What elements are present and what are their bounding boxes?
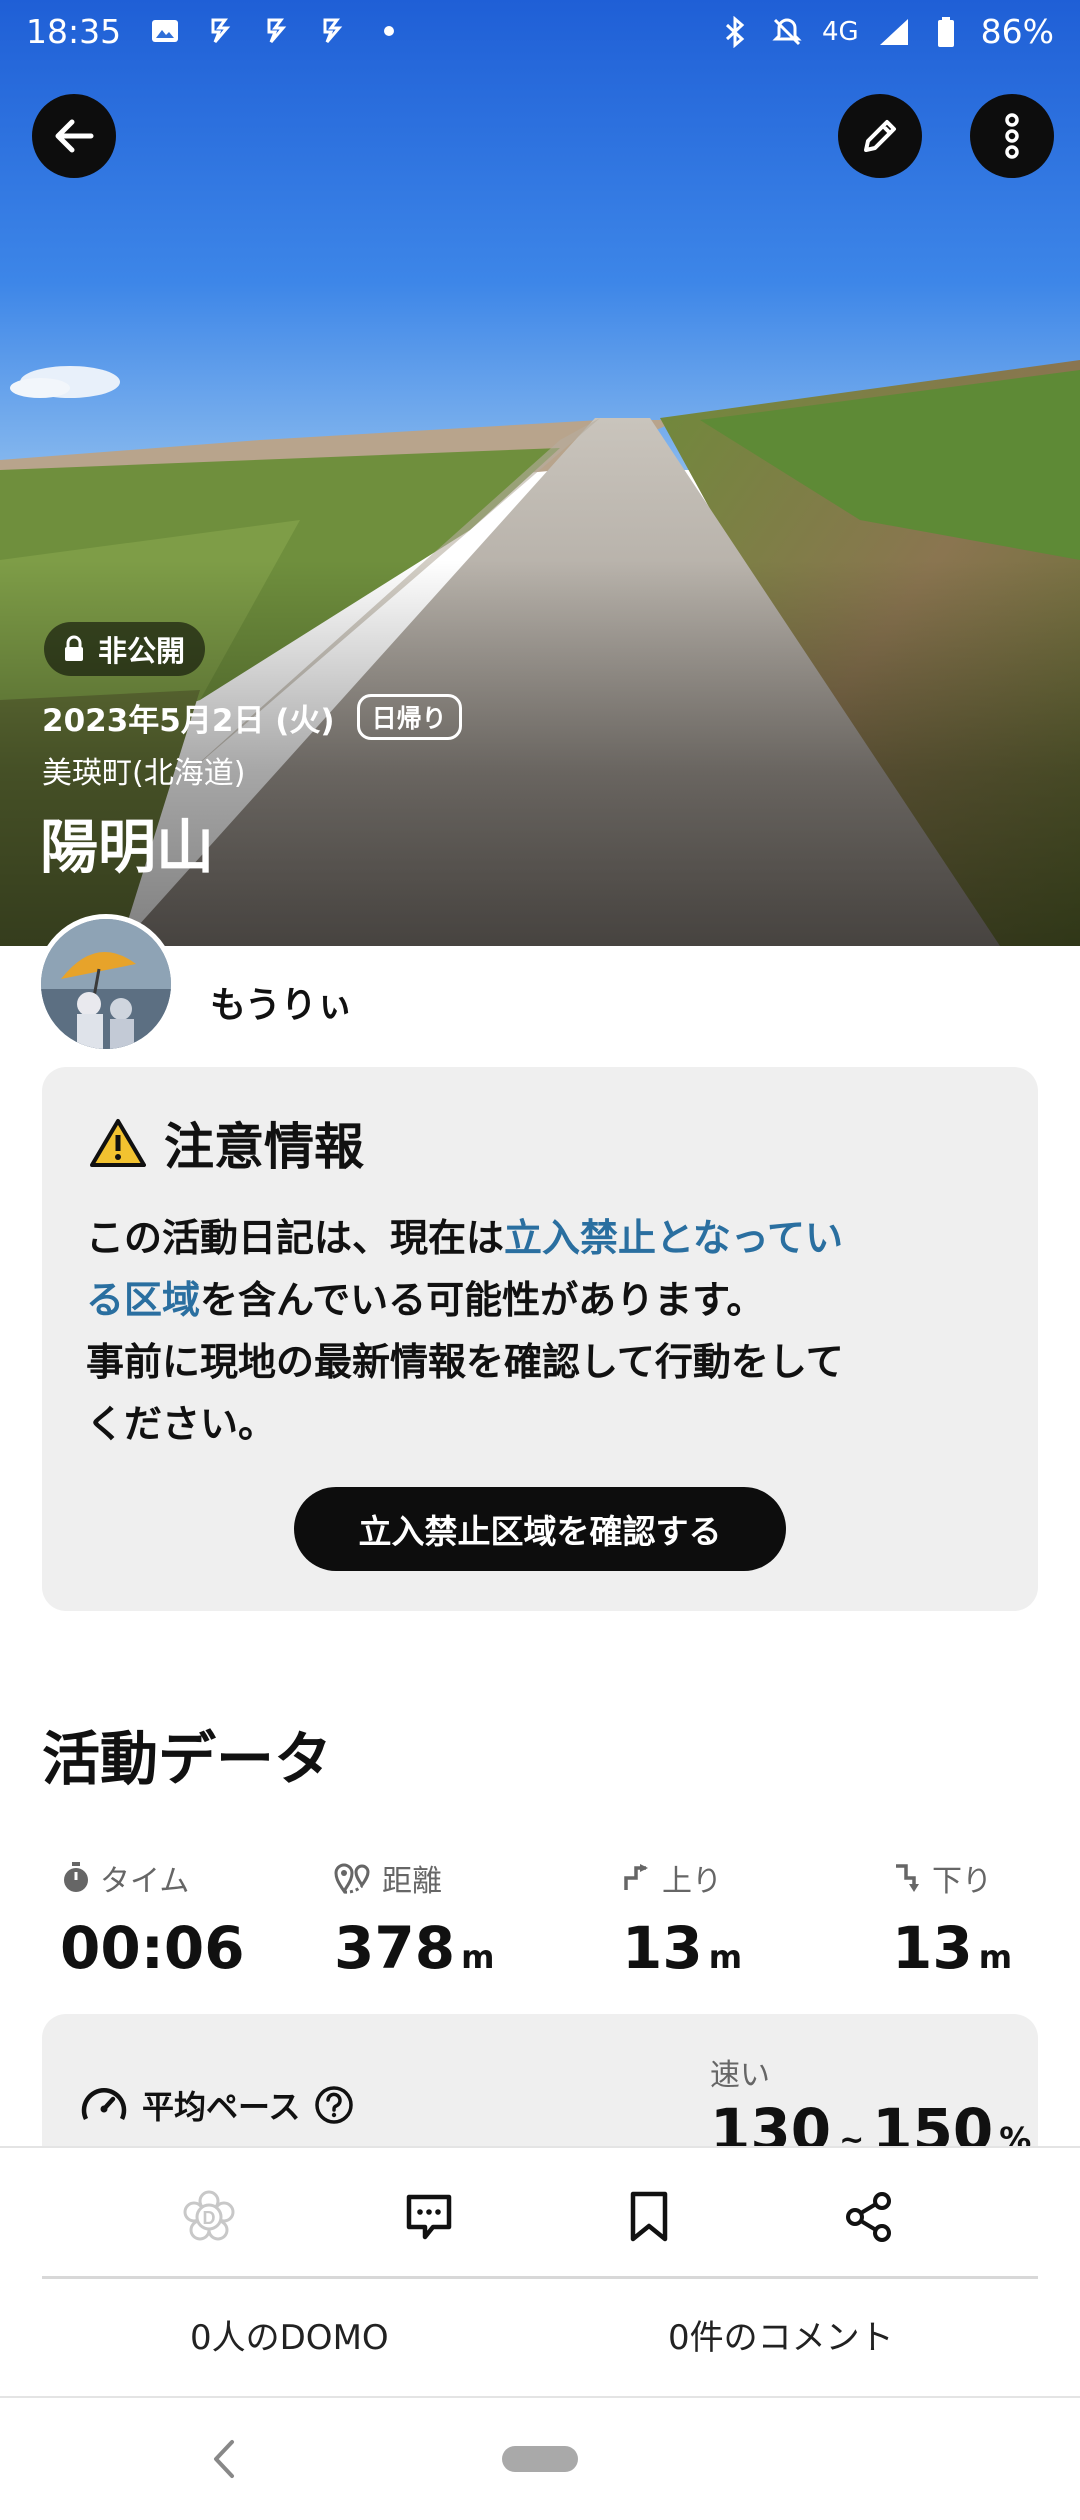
chevron-left-icon [214, 2440, 234, 2478]
back-button[interactable] [32, 94, 116, 178]
stat-label: 下り [932, 1864, 992, 1899]
status-bar: 18:35 4G 86% [0, 0, 1080, 64]
status-time: 18:35 [26, 12, 122, 51]
caution-text: この活動日記は、現在は [86, 1216, 505, 1260]
activity-area[interactable]: 美瑛町(北海道) [42, 748, 245, 792]
more-vertical-icon [1005, 113, 1019, 159]
pace-speed-label: 速い [710, 2058, 770, 2093]
comment-count-link[interactable]: 0件のコメント [668, 2310, 894, 2359]
caution-card: 注意情報 この活動日記は、現在は立入禁止となってい る区域を含んでいる可能性があ… [42, 1067, 1038, 1611]
activity-stats: タイム 00:06 距離 378 m 上り 13 m 下り 13 m [0, 1856, 1080, 1986]
share-icon [846, 2192, 891, 2242]
nav-back-button[interactable] [204, 2434, 244, 2488]
pencil-icon [864, 120, 896, 152]
arrow-left-icon [55, 119, 94, 153]
signal-icon [877, 15, 911, 49]
avatar-image [41, 919, 171, 1049]
domo-button[interactable]: D [176, 2184, 242, 2250]
battery-icon [929, 15, 963, 49]
system-icons: 4G 86% [718, 12, 1054, 51]
restricted-area-link[interactable]: る区域 [86, 1278, 200, 1322]
distance-pin-icon [334, 1863, 370, 1894]
activity-date: 2023年5月2日 (火) [42, 702, 335, 739]
share-button[interactable] [836, 2184, 902, 2250]
caution-text: 事前に現地の最新情報を確認して行動をして [86, 1340, 844, 1384]
visibility-label: 非公開 [98, 634, 186, 668]
mountain-name[interactable]: 陽明山 [40, 800, 214, 884]
mute-bell-icon [770, 15, 804, 49]
activity-date-row: 2023年5月2日 (火) 日帰り [42, 694, 462, 740]
svg-text:D: D [203, 2208, 216, 2228]
comment-bubble-icon [406, 2194, 452, 2240]
speedometer-icon [81, 2088, 127, 2120]
image-notification-icon [148, 14, 182, 48]
author-name[interactable]: もうりぃ [210, 976, 353, 1028]
edit-button[interactable] [838, 94, 922, 178]
caution-title: 注意情報 [164, 1118, 364, 1176]
caution-header: 注意情報 [90, 1107, 364, 1179]
stat-unit: m [461, 1938, 495, 1976]
stat-distance: 距離 378 m [334, 1856, 494, 1982]
divider [42, 2276, 1038, 2279]
stopwatch-icon [64, 1862, 88, 1892]
avatar[interactable] [36, 914, 176, 1054]
nav-home-pill[interactable] [502, 2446, 578, 2472]
check-restricted-area-button[interactable]: 立入禁止区域を確認する [294, 1487, 786, 1571]
stat-value: 13 [622, 1914, 703, 1982]
stat-ascent: 上り 13 m [622, 1856, 742, 1982]
stat-label: 上り [662, 1864, 722, 1899]
stat-unit: m [708, 1938, 743, 1976]
app-notification-icon [316, 14, 350, 48]
stat-label: タイム [100, 1864, 190, 1899]
domo-count-link[interactable]: 0人のDOMO [190, 2310, 389, 2359]
stat-time: タイム 00:06 [60, 1856, 245, 1982]
stat-descent: 下り 13 m [892, 1856, 1012, 1982]
stat-label: 距離 [382, 1864, 442, 1899]
bluetooth-icon [718, 15, 752, 49]
help-circle-icon[interactable] [314, 2085, 354, 2125]
stat-value: 13 [892, 1914, 973, 1982]
stat-unit: m [978, 1938, 1013, 1976]
pace-label-row: 平均ペース [80, 2082, 354, 2128]
trip-type-badge: 日帰り [356, 694, 462, 740]
stat-value: 378 [334, 1914, 456, 1982]
ascent-arrow-icon [624, 1864, 648, 1890]
app-notification-icon [204, 14, 238, 48]
bottom-action-bar: D 0人のDOMO 0件のコメント [0, 2146, 1080, 2396]
more-notifications-dot-icon [372, 14, 406, 48]
lock-icon [65, 635, 83, 661]
notification-icons [148, 14, 406, 48]
caution-message: この活動日記は、現在は立入禁止となってい る区域を含んでいる可能性があります。 … [86, 1207, 986, 1455]
pace-label: 平均ペース [142, 2088, 301, 2126]
system-navigation-bar [0, 2396, 1080, 2520]
app-notification-icon [260, 14, 294, 48]
caution-text: を含んでいる可能性があります。 [200, 1278, 765, 1322]
bookmark-icon [630, 2191, 668, 2242]
caution-text: ください。 [86, 1402, 277, 1446]
network-type: 4G [821, 16, 859, 47]
stat-value: 00:06 [60, 1914, 245, 1982]
descent-arrow-icon [896, 1864, 919, 1892]
restricted-area-link[interactable]: 立入禁止となってい [504, 1216, 843, 1260]
warning-icon [90, 1119, 146, 1167]
activity-data-title: 活動データ [42, 1725, 333, 1793]
battery-level: 86% [980, 12, 1054, 51]
comment-button[interactable] [396, 2184, 462, 2250]
bookmark-button[interactable] [616, 2184, 682, 2250]
visibility-badge: 非公開 [44, 622, 206, 676]
domo-flower-icon: D [183, 2190, 235, 2241]
action-icons-row: D [0, 2184, 1080, 2250]
more-options-button[interactable] [970, 94, 1054, 178]
